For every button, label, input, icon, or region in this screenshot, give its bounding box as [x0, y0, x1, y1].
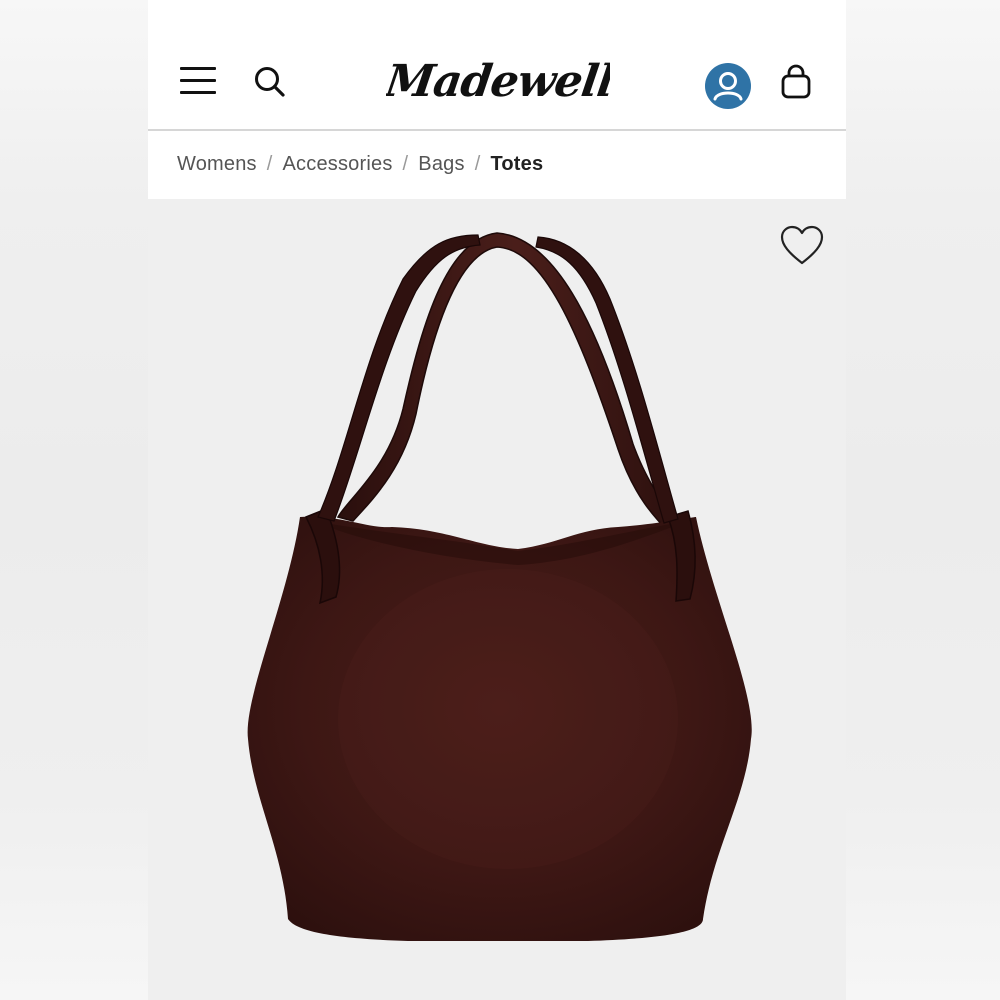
svg-text:Madewell: Madewell — [386, 55, 610, 107]
phone-screen: Madewell Womens / Accessories / Bags / T… — [148, 0, 846, 1000]
search-icon — [255, 67, 285, 97]
menu-button[interactable] — [178, 62, 220, 100]
breadcrumb: Womens / Accessories / Bags / Totes — [177, 131, 543, 197]
product-image-tote-bag[interactable] — [148, 199, 846, 1000]
wishlist-button[interactable] — [778, 223, 826, 267]
shopping-bag-icon — [781, 64, 811, 99]
breadcrumb-separator: / — [474, 152, 481, 175]
account-button[interactable] — [704, 62, 752, 110]
madewell-logo[interactable]: Madewell — [380, 50, 617, 118]
product-image-area — [148, 199, 846, 1000]
breadcrumb-womens[interactable]: Womens — [177, 153, 257, 176]
heart-icon — [780, 225, 824, 265]
account-icon — [705, 63, 751, 109]
hamburger-menu-icon — [180, 67, 216, 94]
search-button[interactable] — [250, 62, 290, 102]
breadcrumb-bags[interactable]: Bags — [418, 153, 464, 176]
breadcrumb-separator: / — [266, 152, 273, 175]
breadcrumb-accessories[interactable]: Accessories — [283, 153, 393, 176]
breadcrumb-separator: / — [402, 152, 409, 175]
blurred-background-right — [846, 0, 1000, 1000]
site-header: Madewell — [148, 0, 846, 131]
shopping-bag-button[interactable] — [776, 62, 816, 102]
breadcrumb-totes: Totes — [490, 152, 544, 175]
blurred-background-left — [0, 0, 148, 1000]
